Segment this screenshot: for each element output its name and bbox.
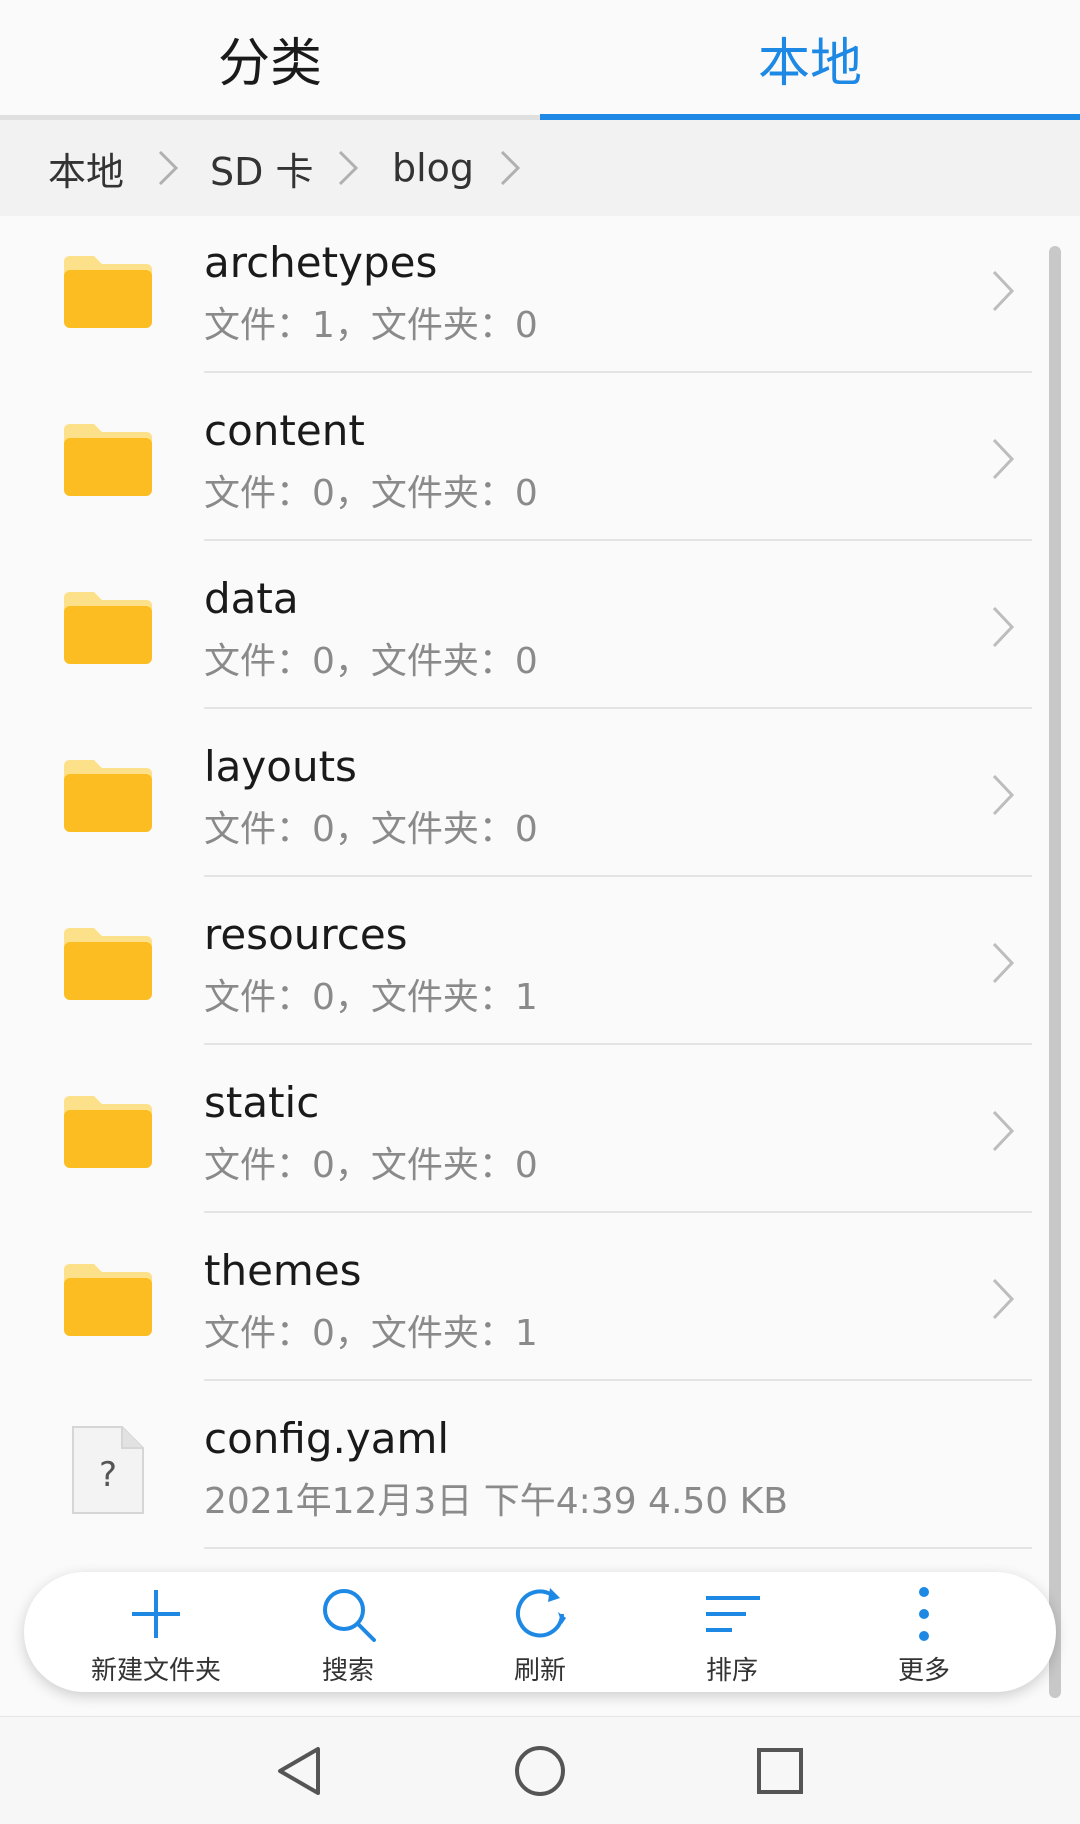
divider (204, 539, 1032, 541)
divider (204, 1547, 1032, 1549)
refresh-button[interactable]: 刷新 (444, 1572, 636, 1692)
item-name: archetypes (204, 238, 438, 287)
more-vertical-icon (894, 1584, 954, 1644)
chevron-right-icon (990, 268, 1016, 318)
item-name: resources (204, 910, 408, 959)
list-item-folder[interactable]: archetypes 文件：1，文件夹：0 (0, 216, 1050, 384)
item-meta: 文件：1，文件夹：0 (204, 305, 538, 346)
breadcrumb: 本地 SD 卡 blog (0, 120, 1080, 216)
chevron-right-icon (990, 772, 1016, 822)
top-tabs: 分类 本地 (0, 0, 1080, 120)
list-item-folder[interactable]: layouts 文件：0，文件夹：0 (0, 720, 1050, 888)
folder-icon (60, 252, 156, 332)
divider (204, 1379, 1032, 1381)
item-meta: 文件：0，文件夹：0 (204, 473, 538, 514)
toolbar-label: 搜索 (321, 1656, 374, 1686)
back-icon[interactable] (270, 1741, 330, 1801)
folder-icon (60, 756, 156, 836)
folder-icon (60, 420, 156, 500)
chevron-right-icon (336, 120, 360, 216)
search-button[interactable]: 搜索 (252, 1572, 444, 1692)
new-folder-button[interactable]: 新建文件夹 (60, 1572, 252, 1692)
home-icon[interactable] (510, 1741, 570, 1801)
item-name: themes (204, 1246, 362, 1295)
item-meta: 文件：0，文件夹：1 (204, 977, 538, 1018)
unknown-file-icon: ? (70, 1424, 146, 1516)
svg-text:?: ? (99, 1455, 117, 1495)
item-meta: 文件：0，文件夹：0 (204, 1145, 538, 1186)
list-item-folder[interactable]: resources 文件：0，文件夹：1 (0, 888, 1050, 1056)
sort-icon (702, 1584, 762, 1644)
folder-icon (60, 1260, 156, 1340)
recents-icon[interactable] (750, 1741, 810, 1801)
item-name: content (204, 406, 365, 455)
divider (204, 1043, 1032, 1045)
sort-button[interactable]: 排序 (636, 1572, 828, 1692)
more-button[interactable]: 更多 (828, 1572, 1020, 1692)
list-item-folder[interactable]: data 文件：0，文件夹：0 (0, 552, 1050, 720)
chevron-right-icon (990, 1108, 1016, 1158)
toolbar-label: 刷新 (513, 1656, 566, 1686)
item-meta: 文件：0，文件夹：0 (204, 809, 538, 850)
plus-icon (126, 1584, 186, 1644)
chevron-right-icon (990, 604, 1016, 654)
item-meta: 文件：0，文件夹：0 (204, 641, 538, 682)
item-name: static (204, 1078, 320, 1127)
scrollbar[interactable] (1049, 246, 1061, 1698)
folder-icon (60, 924, 156, 1004)
toolbar-label: 新建文件夹 (90, 1656, 221, 1686)
refresh-icon (510, 1584, 570, 1644)
list-item-folder[interactable]: static 文件：0，文件夹：0 (0, 1056, 1050, 1224)
chevron-right-icon (990, 436, 1016, 486)
item-meta: 2021年12月3日 下午4:39 4.50 KB (204, 1481, 788, 1522)
chevron-right-icon (498, 120, 522, 216)
system-nav-bar (0, 1716, 1080, 1824)
toolbar-label: 更多 (897, 1656, 950, 1686)
divider (204, 875, 1032, 877)
search-icon (318, 1584, 378, 1644)
tab-category[interactable]: 分类 (0, 0, 540, 116)
item-name: data (204, 574, 299, 623)
tab-local[interactable]: 本地 (540, 0, 1080, 116)
divider (204, 371, 1032, 373)
list-item-folder[interactable]: content 文件：0，文件夹：0 (0, 384, 1050, 552)
toolbar-label: 排序 (705, 1656, 758, 1686)
item-meta: 文件：0，文件夹：1 (204, 1313, 538, 1354)
chevron-right-icon (990, 1276, 1016, 1326)
list-item-file[interactable]: ? config.yaml 2021年12月3日 下午4:39 4.50 KB (0, 1392, 1050, 1560)
bottom-toolbar: 新建文件夹 搜索 刷新 排序 更多 (24, 1572, 1056, 1692)
folder-icon (60, 1092, 156, 1172)
item-name: config.yaml (204, 1414, 450, 1463)
breadcrumb-item-blog[interactable]: blog (392, 120, 474, 216)
breadcrumb-item-sdcard[interactable]: SD 卡 (210, 120, 313, 216)
file-manager-screen: 分类 本地 本地 SD 卡 blog archetypes 文件：1，文件夹：0 (0, 0, 1080, 1824)
breadcrumb-item-local[interactable]: 本地 (48, 120, 124, 216)
divider (204, 707, 1032, 709)
list-item-folder[interactable]: themes 文件：0，文件夹：1 (0, 1224, 1050, 1392)
folder-icon (60, 588, 156, 668)
chevron-right-icon (990, 940, 1016, 990)
divider (204, 1211, 1032, 1213)
chevron-right-icon (156, 120, 180, 216)
item-name: layouts (204, 742, 357, 791)
